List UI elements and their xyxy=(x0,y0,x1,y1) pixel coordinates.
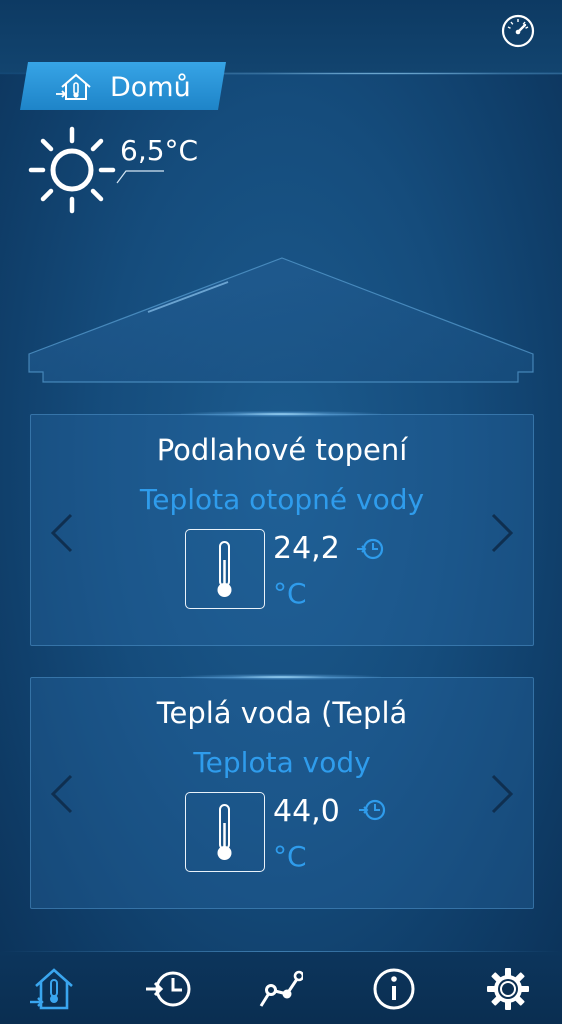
weather-widget: 6,5°C xyxy=(26,124,226,214)
thermometer-tile xyxy=(185,792,265,872)
circuit-metric: Teplota otopné vody xyxy=(139,483,425,516)
hot-water-card[interactable]: Teplá voda (Teplá Teplota vody 44,0 °C xyxy=(30,674,534,909)
card-glow xyxy=(181,411,381,417)
house-roof xyxy=(28,257,534,383)
home-tab-label: Domů xyxy=(110,72,191,103)
clock-icon xyxy=(359,799,386,821)
circuit-name: Podlahové topení xyxy=(156,433,408,467)
compass-icon[interactable] xyxy=(501,14,535,48)
circuit-unit: °C xyxy=(273,840,307,873)
chevron-left-icon[interactable] xyxy=(49,511,75,555)
info-icon[interactable] xyxy=(371,966,417,1012)
home-tab[interactable]: Domů xyxy=(20,62,226,110)
house-thermometer-icon xyxy=(56,73,91,100)
thermometer-icon xyxy=(217,541,232,597)
circuit-unit: °C xyxy=(273,577,307,610)
circuit-metric: Teplota vody xyxy=(193,746,371,779)
outdoor-temperature: 6,5°C xyxy=(120,134,199,167)
card-glow xyxy=(181,674,381,680)
thermometer-icon xyxy=(217,804,232,860)
clock-icon xyxy=(357,538,384,560)
history-clock-icon[interactable] xyxy=(146,966,192,1012)
circuit-value: 44,0 xyxy=(273,794,340,829)
circuit-value: 24,2 xyxy=(273,531,340,566)
settings-gear-icon[interactable] xyxy=(485,966,531,1012)
chevron-right-icon[interactable] xyxy=(489,772,515,816)
chart-line-icon[interactable] xyxy=(257,966,303,1012)
chevron-right-icon[interactable] xyxy=(489,511,515,555)
circuit-name: Teplá voda (Teplá xyxy=(156,696,408,730)
thermometer-tile xyxy=(185,529,265,609)
home-thermometer-icon[interactable] xyxy=(30,966,76,1012)
heating-circuit-card[interactable]: Podlahové topení Teplota otopné vody 24,… xyxy=(30,411,534,646)
temperature-pointer-line xyxy=(116,170,164,184)
chevron-left-icon[interactable] xyxy=(49,772,75,816)
sun-icon xyxy=(28,126,116,214)
